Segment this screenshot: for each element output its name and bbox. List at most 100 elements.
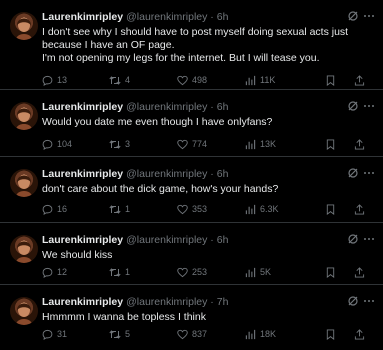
views-button[interactable]: 13K bbox=[245, 138, 276, 150]
share-button[interactable] bbox=[354, 138, 369, 150]
retweet-count: 5 bbox=[125, 329, 131, 339]
views-button[interactable]: 6.3K bbox=[245, 203, 279, 215]
avatar[interactable] bbox=[10, 12, 38, 40]
bookmark-button[interactable] bbox=[325, 328, 340, 340]
tweet[interactable]: Laurenkimripley @laurenkimripley · 7h Hmm… bbox=[0, 285, 383, 350]
more-icon[interactable] bbox=[363, 167, 375, 179]
avatar[interactable] bbox=[10, 169, 38, 197]
share-button[interactable] bbox=[354, 203, 369, 215]
views-count: 13K bbox=[260, 139, 277, 149]
like-button[interactable]: 774 bbox=[177, 138, 207, 150]
tweet-text: Hmmmm I wanna be topless I think bbox=[42, 311, 206, 323]
reply-button[interactable]: 104 bbox=[42, 138, 72, 150]
retweet-icon bbox=[109, 204, 121, 214]
tweet[interactable]: Laurenkimripley @laurenkimripley · 6h Wou… bbox=[0, 90, 383, 157]
retweet-button[interactable]: 3 bbox=[109, 138, 130, 150]
reply-button[interactable]: 31 bbox=[42, 328, 67, 340]
reply-button[interactable]: 16 bbox=[42, 203, 67, 215]
tweet[interactable]: Laurenkimripley @laurenkimripley · 6h I d… bbox=[0, 0, 383, 90]
retweet-icon bbox=[109, 139, 121, 149]
bookmark-button[interactable] bbox=[325, 74, 340, 86]
author-name[interactable]: Laurenkimripley bbox=[42, 168, 123, 180]
tweet[interactable]: Laurenkimripley @laurenkimripley · 6h We … bbox=[0, 223, 383, 285]
reply-icon bbox=[42, 75, 53, 86]
share-button[interactable] bbox=[354, 74, 369, 86]
views-count: 6.3K bbox=[260, 204, 279, 214]
grok-icon[interactable] bbox=[347, 100, 359, 112]
retweet-count: 3 bbox=[125, 139, 131, 149]
share-icon bbox=[354, 203, 365, 215]
reply-count: 13 bbox=[57, 75, 68, 85]
views-button[interactable]: 18K bbox=[245, 328, 276, 340]
tweet-actions: 12 1 253 5K bbox=[42, 266, 375, 278]
views-button[interactable]: 5K bbox=[245, 266, 271, 278]
author-handle-time: @laurenkimripley · 6h bbox=[126, 11, 229, 23]
bookmark-button[interactable] bbox=[325, 203, 340, 215]
bookmark-icon bbox=[326, 138, 335, 150]
reply-icon bbox=[42, 329, 53, 340]
tweet-actions: 31 5 837 18K bbox=[42, 328, 375, 340]
tweet-header: Laurenkimripley @laurenkimripley · 7h bbox=[42, 295, 228, 309]
more-icon[interactable] bbox=[363, 233, 375, 245]
retweet-button[interactable]: 1 bbox=[109, 266, 130, 278]
author-name[interactable]: Laurenkimripley bbox=[42, 11, 123, 23]
share-button[interactable] bbox=[354, 266, 369, 278]
like-button[interactable]: 837 bbox=[177, 328, 207, 340]
share-icon bbox=[354, 266, 365, 278]
bookmark-icon bbox=[326, 203, 335, 215]
grok-icon[interactable] bbox=[347, 167, 359, 179]
avatar[interactable] bbox=[10, 102, 38, 130]
tweet-text: don't care about the dick game, how's yo… bbox=[42, 183, 279, 195]
like-count: 498 bbox=[192, 75, 208, 85]
tweet-text: We should kiss bbox=[42, 249, 113, 261]
views-icon bbox=[245, 204, 256, 214]
bookmark-button[interactable] bbox=[325, 138, 340, 150]
more-icon[interactable] bbox=[363, 10, 375, 22]
like-count: 253 bbox=[192, 267, 208, 277]
views-count: 5K bbox=[260, 267, 272, 277]
more-icon[interactable] bbox=[363, 295, 375, 307]
author-name[interactable]: Laurenkimripley bbox=[42, 296, 123, 308]
more-icon[interactable] bbox=[363, 100, 375, 112]
views-icon bbox=[245, 329, 256, 339]
author-handle-time: @laurenkimripley · 6h bbox=[126, 234, 229, 246]
bookmark-button[interactable] bbox=[325, 266, 340, 278]
author-handle-time: @laurenkimripley · 7h bbox=[126, 296, 229, 308]
grok-icon[interactable] bbox=[347, 10, 359, 22]
like-button[interactable]: 353 bbox=[177, 203, 207, 215]
avatar[interactable] bbox=[10, 297, 38, 325]
views-icon bbox=[245, 267, 256, 277]
views-button[interactable]: 11K bbox=[245, 74, 275, 86]
retweet-count: 1 bbox=[125, 204, 131, 214]
like-button[interactable]: 253 bbox=[177, 266, 207, 278]
share-icon bbox=[354, 138, 365, 150]
tweet[interactable]: Laurenkimripley @laurenkimripley · 6h don… bbox=[0, 157, 383, 223]
reply-count: 12 bbox=[57, 267, 68, 277]
grok-icon[interactable] bbox=[347, 295, 359, 307]
bookmark-icon bbox=[326, 74, 335, 86]
grok-icon[interactable] bbox=[347, 233, 359, 245]
retweet-icon bbox=[109, 329, 121, 339]
retweet-button[interactable]: 1 bbox=[109, 203, 130, 215]
tweet-header: Laurenkimripley @laurenkimripley · 6h bbox=[42, 10, 228, 24]
reply-button[interactable]: 13 bbox=[42, 74, 67, 86]
tweet-header: Laurenkimripley @laurenkimripley · 6h bbox=[42, 233, 228, 247]
like-count: 353 bbox=[192, 204, 208, 214]
author-name[interactable]: Laurenkimripley bbox=[42, 234, 123, 246]
tweet-header: Laurenkimripley @laurenkimripley · 6h bbox=[42, 167, 228, 181]
retweet-button[interactable]: 5 bbox=[109, 328, 130, 340]
retweet-button[interactable]: 4 bbox=[109, 74, 130, 86]
tweet-header: Laurenkimripley @laurenkimripley · 6h bbox=[42, 100, 228, 114]
tweet-actions: 13 4 498 11K bbox=[42, 74, 375, 86]
author-name[interactable]: Laurenkimripley bbox=[42, 101, 123, 113]
reply-button[interactable]: 12 bbox=[42, 266, 67, 278]
heart-icon bbox=[177, 75, 188, 85]
avatar[interactable] bbox=[10, 235, 38, 263]
share-button[interactable] bbox=[354, 328, 369, 340]
reply-count: 31 bbox=[57, 329, 68, 339]
like-button[interactable]: 498 bbox=[177, 74, 207, 86]
views-count: 11K bbox=[260, 75, 276, 85]
tweet-feed: Laurenkimripley @laurenkimripley · 6h I d… bbox=[0, 0, 383, 350]
heart-icon bbox=[177, 329, 188, 339]
bookmark-icon bbox=[326, 266, 335, 278]
